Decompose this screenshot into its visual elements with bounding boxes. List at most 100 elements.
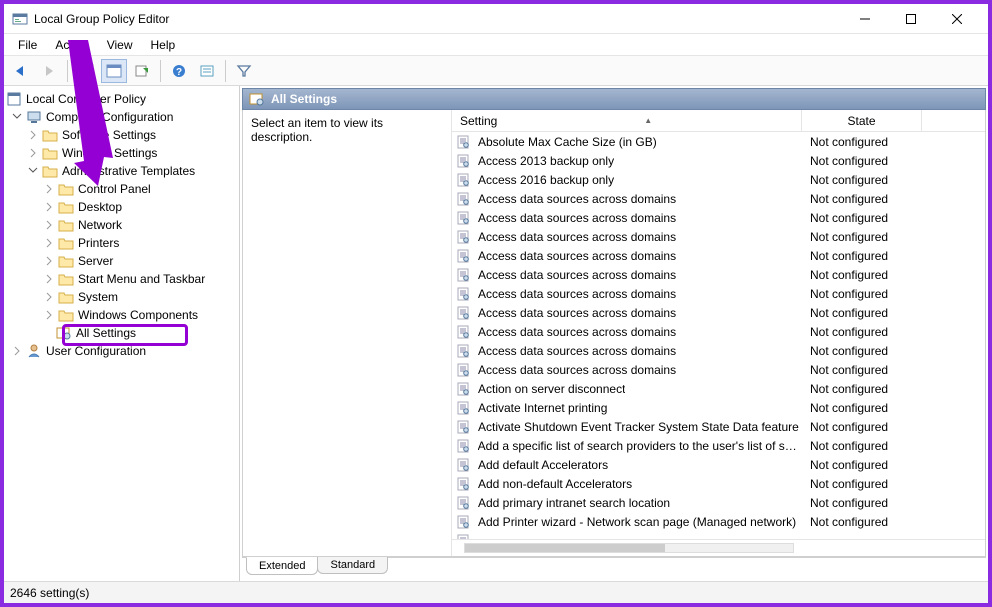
folder-icon — [58, 289, 74, 305]
list-item[interactable]: Absolute Max Cache Size (in GB)Not confi… — [452, 132, 985, 151]
tree-label: System — [78, 290, 118, 304]
setting-name: Add primary intranet search location — [478, 496, 670, 510]
tree-user-config[interactable]: User Configuration — [4, 342, 239, 360]
list-item[interactable]: Add non-default AcceleratorsNot configur… — [452, 474, 985, 493]
list-item[interactable]: Access 2013 backup onlyNot configured — [452, 151, 985, 170]
list-item[interactable]: Access data sources across domainsNot co… — [452, 360, 985, 379]
tree-item[interactable]: Network — [4, 216, 239, 234]
tree-label: Windows Components — [78, 308, 198, 322]
properties-button[interactable] — [101, 59, 127, 83]
tree-item[interactable]: Desktop — [4, 198, 239, 216]
folder-icon — [58, 199, 74, 215]
list-item[interactable]: Add Printer wizard - Network scan page (… — [452, 512, 985, 531]
expand-icon[interactable] — [26, 146, 40, 160]
tree-admin-templates[interactable]: Administrative Templates — [4, 162, 239, 180]
tree-label: Start Menu and Taskbar — [78, 272, 205, 286]
expand-icon[interactable] — [42, 236, 56, 250]
setting-state: Not configured — [802, 382, 922, 396]
folder-icon — [58, 181, 74, 197]
expand-icon[interactable] — [26, 128, 40, 142]
menubar: File Action View Help — [4, 34, 988, 56]
list-item[interactable]: Add a specific list of search providers … — [452, 436, 985, 455]
navigation-tree[interactable]: Local Computer Policy Computer Configura… — [4, 86, 240, 581]
minimize-button[interactable] — [842, 4, 888, 34]
policy-item-icon — [456, 496, 470, 510]
tree-all-settings[interactable]: All Settings — [4, 324, 239, 342]
filter-options-button[interactable] — [194, 59, 220, 83]
expand-icon[interactable] — [42, 182, 56, 196]
setting-state: Not configured — [802, 211, 922, 225]
tree-software-settings[interactable]: Software Settings — [4, 126, 239, 144]
list-item[interactable]: Add default AcceleratorsNot configured — [452, 455, 985, 474]
policy-item-icon — [456, 382, 470, 396]
tree-label: Control Panel — [78, 182, 151, 196]
list-item[interactable]: Access data sources across domainsNot co… — [452, 322, 985, 341]
settings-list[interactable]: Setting ▲ State Absolute Max Cache Size … — [451, 110, 985, 556]
folder-icon — [58, 253, 74, 269]
expand-icon[interactable] — [42, 218, 56, 232]
expand-icon[interactable] — [42, 308, 56, 322]
policy-item-icon — [456, 211, 470, 225]
list-item[interactable]: Action on server disconnectNot configure… — [452, 379, 985, 398]
forward-button[interactable] — [36, 59, 62, 83]
tab-extended[interactable]: Extended — [246, 557, 318, 575]
expand-icon[interactable] — [42, 272, 56, 286]
setting-state: Not configured — [802, 363, 922, 377]
list-item[interactable]: Access data sources across domainsNot co… — [452, 227, 985, 246]
workspace: Local Computer Policy Computer Configura… — [4, 86, 988, 581]
expand-icon[interactable] — [42, 254, 56, 268]
column-state[interactable]: State — [802, 110, 922, 131]
collapse-icon[interactable] — [10, 110, 24, 124]
list-rows[interactable]: Absolute Max Cache Size (in GB)Not confi… — [452, 132, 985, 539]
setting-name: Add a specific list of search providers … — [478, 439, 802, 453]
tab-standard[interactable]: Standard — [317, 557, 388, 574]
expand-icon[interactable] — [42, 200, 56, 214]
show-hide-tree-button[interactable] — [73, 59, 99, 83]
help-button[interactable]: ? — [166, 59, 192, 83]
filter-button[interactable] — [231, 59, 257, 83]
tree-item[interactable]: Windows Components — [4, 306, 239, 324]
menu-view[interactable]: View — [99, 36, 141, 54]
setting-state: Not configured — [802, 420, 922, 434]
tree-item[interactable]: Server — [4, 252, 239, 270]
list-item[interactable] — [452, 531, 985, 539]
setting-state: Not configured — [802, 439, 922, 453]
list-item[interactable]: Activate Internet printingNot configured — [452, 398, 985, 417]
tree-item[interactable]: Printers — [4, 234, 239, 252]
collapse-icon[interactable] — [26, 164, 40, 178]
list-item[interactable]: Access data sources across domainsNot co… — [452, 246, 985, 265]
list-item[interactable]: Access data sources across domainsNot co… — [452, 284, 985, 303]
menu-help[interactable]: Help — [143, 36, 184, 54]
list-item[interactable]: Access data sources across domainsNot co… — [452, 341, 985, 360]
policy-item-icon — [456, 420, 470, 434]
tree-windows-settings[interactable]: Windows Settings — [4, 144, 239, 162]
list-item[interactable]: Access 2016 backup onlyNot configured — [452, 170, 985, 189]
close-button[interactable] — [934, 4, 980, 34]
tree-item[interactable]: Start Menu and Taskbar — [4, 270, 239, 288]
list-item[interactable]: Activate Shutdown Event Tracker System S… — [452, 417, 985, 436]
expand-icon[interactable] — [42, 290, 56, 304]
export-button[interactable] — [129, 59, 155, 83]
tree-computer-config[interactable]: Computer Configuration — [4, 108, 239, 126]
tree-root[interactable]: Local Computer Policy — [4, 90, 239, 108]
tree-label: Computer Configuration — [46, 110, 173, 124]
tree-item[interactable]: System — [4, 288, 239, 306]
back-button[interactable] — [8, 59, 34, 83]
menu-action[interactable]: Action — [47, 36, 96, 54]
list-item[interactable]: Add primary intranet search locationNot … — [452, 493, 985, 512]
column-setting[interactable]: Setting ▲ — [452, 110, 802, 131]
app-icon — [12, 11, 28, 27]
folder-icon — [58, 217, 74, 233]
tree-item[interactable]: Control Panel — [4, 180, 239, 198]
list-item[interactable]: Access data sources across domainsNot co… — [452, 189, 985, 208]
list-item[interactable]: Access data sources across domainsNot co… — [452, 265, 985, 284]
list-item[interactable]: Access data sources across domainsNot co… — [452, 303, 985, 322]
horizontal-scrollbar[interactable] — [452, 539, 985, 556]
list-item[interactable]: Access data sources across domainsNot co… — [452, 208, 985, 227]
content-area: All Settings Select an item to view its … — [240, 86, 988, 581]
sort-ascending-icon: ▲ — [644, 116, 652, 125]
maximize-button[interactable] — [888, 4, 934, 34]
menu-file[interactable]: File — [10, 36, 45, 54]
setting-state: Not configured — [802, 268, 922, 282]
expand-icon[interactable] — [10, 344, 24, 358]
